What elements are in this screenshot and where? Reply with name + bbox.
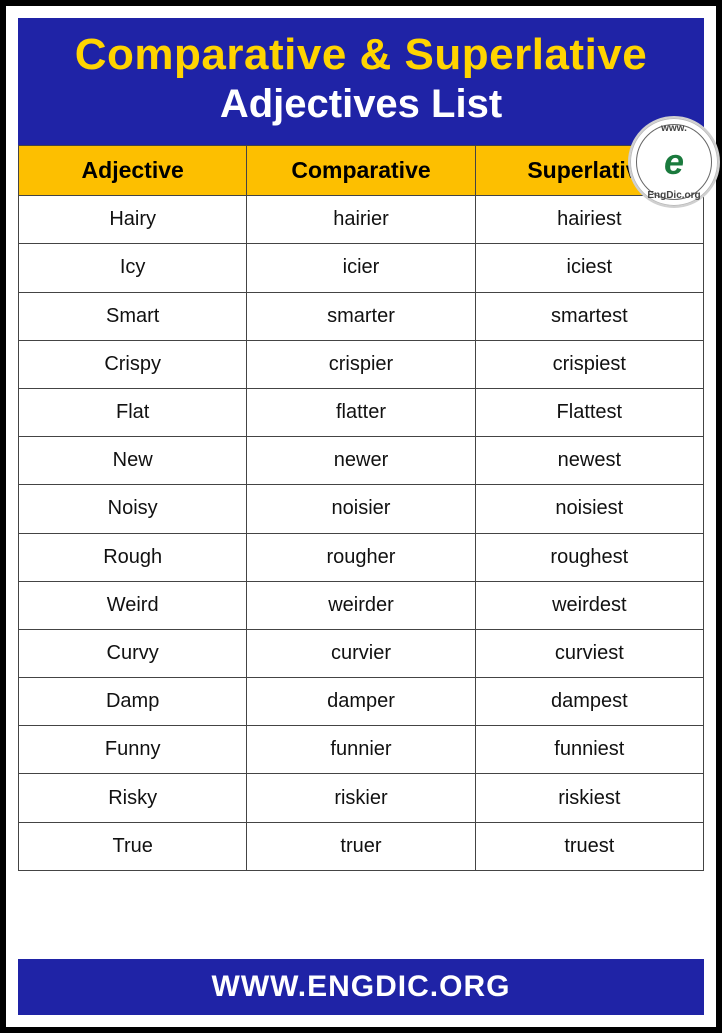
table-row: Hairyhairierhairiest	[19, 196, 704, 244]
cell-adj: Smart	[19, 292, 247, 340]
cell-comp: crispier	[247, 340, 475, 388]
table-row: FlatflatterFlattest	[19, 388, 704, 436]
cell-sup: noisiest	[475, 485, 703, 533]
adjectives-table: Adjective Comparative Superlative Hairyh…	[18, 145, 704, 871]
cell-adj: Damp	[19, 678, 247, 726]
cell-sup: weirdest	[475, 581, 703, 629]
table-row: Noisynoisiernoisiest	[19, 485, 704, 533]
table-container: Adjective Comparative Superlative Hairyh…	[18, 145, 704, 959]
cell-comp: noisier	[247, 485, 475, 533]
page-header: Comparative & Superlative Adjectives Lis…	[18, 18, 704, 145]
page-frame: Comparative & Superlative Adjectives Lis…	[0, 0, 722, 1033]
cell-adj: Icy	[19, 244, 247, 292]
cell-comp: damper	[247, 678, 475, 726]
cell-comp: flatter	[247, 388, 475, 436]
cell-adj: Weird	[19, 581, 247, 629]
cell-adj: Rough	[19, 533, 247, 581]
cell-adj: Curvy	[19, 629, 247, 677]
table-header-row: Adjective Comparative Superlative	[19, 146, 704, 196]
table-row: Smartsmartersmartest	[19, 292, 704, 340]
page-footer: WWW.ENGDIC.ORG	[18, 959, 704, 1015]
cell-sup: funniest	[475, 726, 703, 774]
cell-sup: curviest	[475, 629, 703, 677]
table-row: Newnewernewest	[19, 437, 704, 485]
table-body: HairyhairierhairiestIcyiciericiestSmarts…	[19, 196, 704, 871]
table-row: Funnyfunnierfunniest	[19, 726, 704, 774]
footer-url: WWW.ENGDIC.ORG	[212, 970, 511, 1003]
logo-ring-icon	[636, 124, 712, 200]
cell-adj: Risky	[19, 774, 247, 822]
cell-comp: smarter	[247, 292, 475, 340]
table-row: Weirdweirderweirdest	[19, 581, 704, 629]
table-row: Crispycrispiercrispiest	[19, 340, 704, 388]
col-adjective: Adjective	[19, 146, 247, 196]
cell-comp: hairier	[247, 196, 475, 244]
page-subtitle: Adjectives List	[28, 82, 694, 127]
cell-sup: Flattest	[475, 388, 703, 436]
table-row: Dampdamperdampest	[19, 678, 704, 726]
brand-logo: www. e EngDic.org	[628, 116, 720, 208]
cell-adj: True	[19, 822, 247, 870]
cell-adj: Hairy	[19, 196, 247, 244]
cell-adj: New	[19, 437, 247, 485]
cell-sup: riskiest	[475, 774, 703, 822]
cell-adj: Noisy	[19, 485, 247, 533]
cell-comp: funnier	[247, 726, 475, 774]
page-title: Comparative & Superlative	[28, 32, 694, 78]
cell-adj: Crispy	[19, 340, 247, 388]
cell-comp: icier	[247, 244, 475, 292]
cell-adj: Funny	[19, 726, 247, 774]
cell-sup: crispiest	[475, 340, 703, 388]
table-row: Icyiciericiest	[19, 244, 704, 292]
table-row: Riskyriskierriskiest	[19, 774, 704, 822]
cell-sup: dampest	[475, 678, 703, 726]
cell-sup: smartest	[475, 292, 703, 340]
cell-comp: newer	[247, 437, 475, 485]
table-row: Truetruertruest	[19, 822, 704, 870]
cell-sup: roughest	[475, 533, 703, 581]
col-comparative: Comparative	[247, 146, 475, 196]
logo-top-text: www.	[661, 123, 687, 134]
table-row: Roughrougherroughest	[19, 533, 704, 581]
logo-bottom-text: EngDic.org	[647, 190, 700, 201]
table-row: Curvycurviercurviest	[19, 629, 704, 677]
cell-adj: Flat	[19, 388, 247, 436]
cell-comp: weirder	[247, 581, 475, 629]
cell-comp: rougher	[247, 533, 475, 581]
cell-sup: truest	[475, 822, 703, 870]
cell-comp: truer	[247, 822, 475, 870]
cell-comp: riskier	[247, 774, 475, 822]
cell-comp: curvier	[247, 629, 475, 677]
cell-sup: iciest	[475, 244, 703, 292]
cell-sup: newest	[475, 437, 703, 485]
